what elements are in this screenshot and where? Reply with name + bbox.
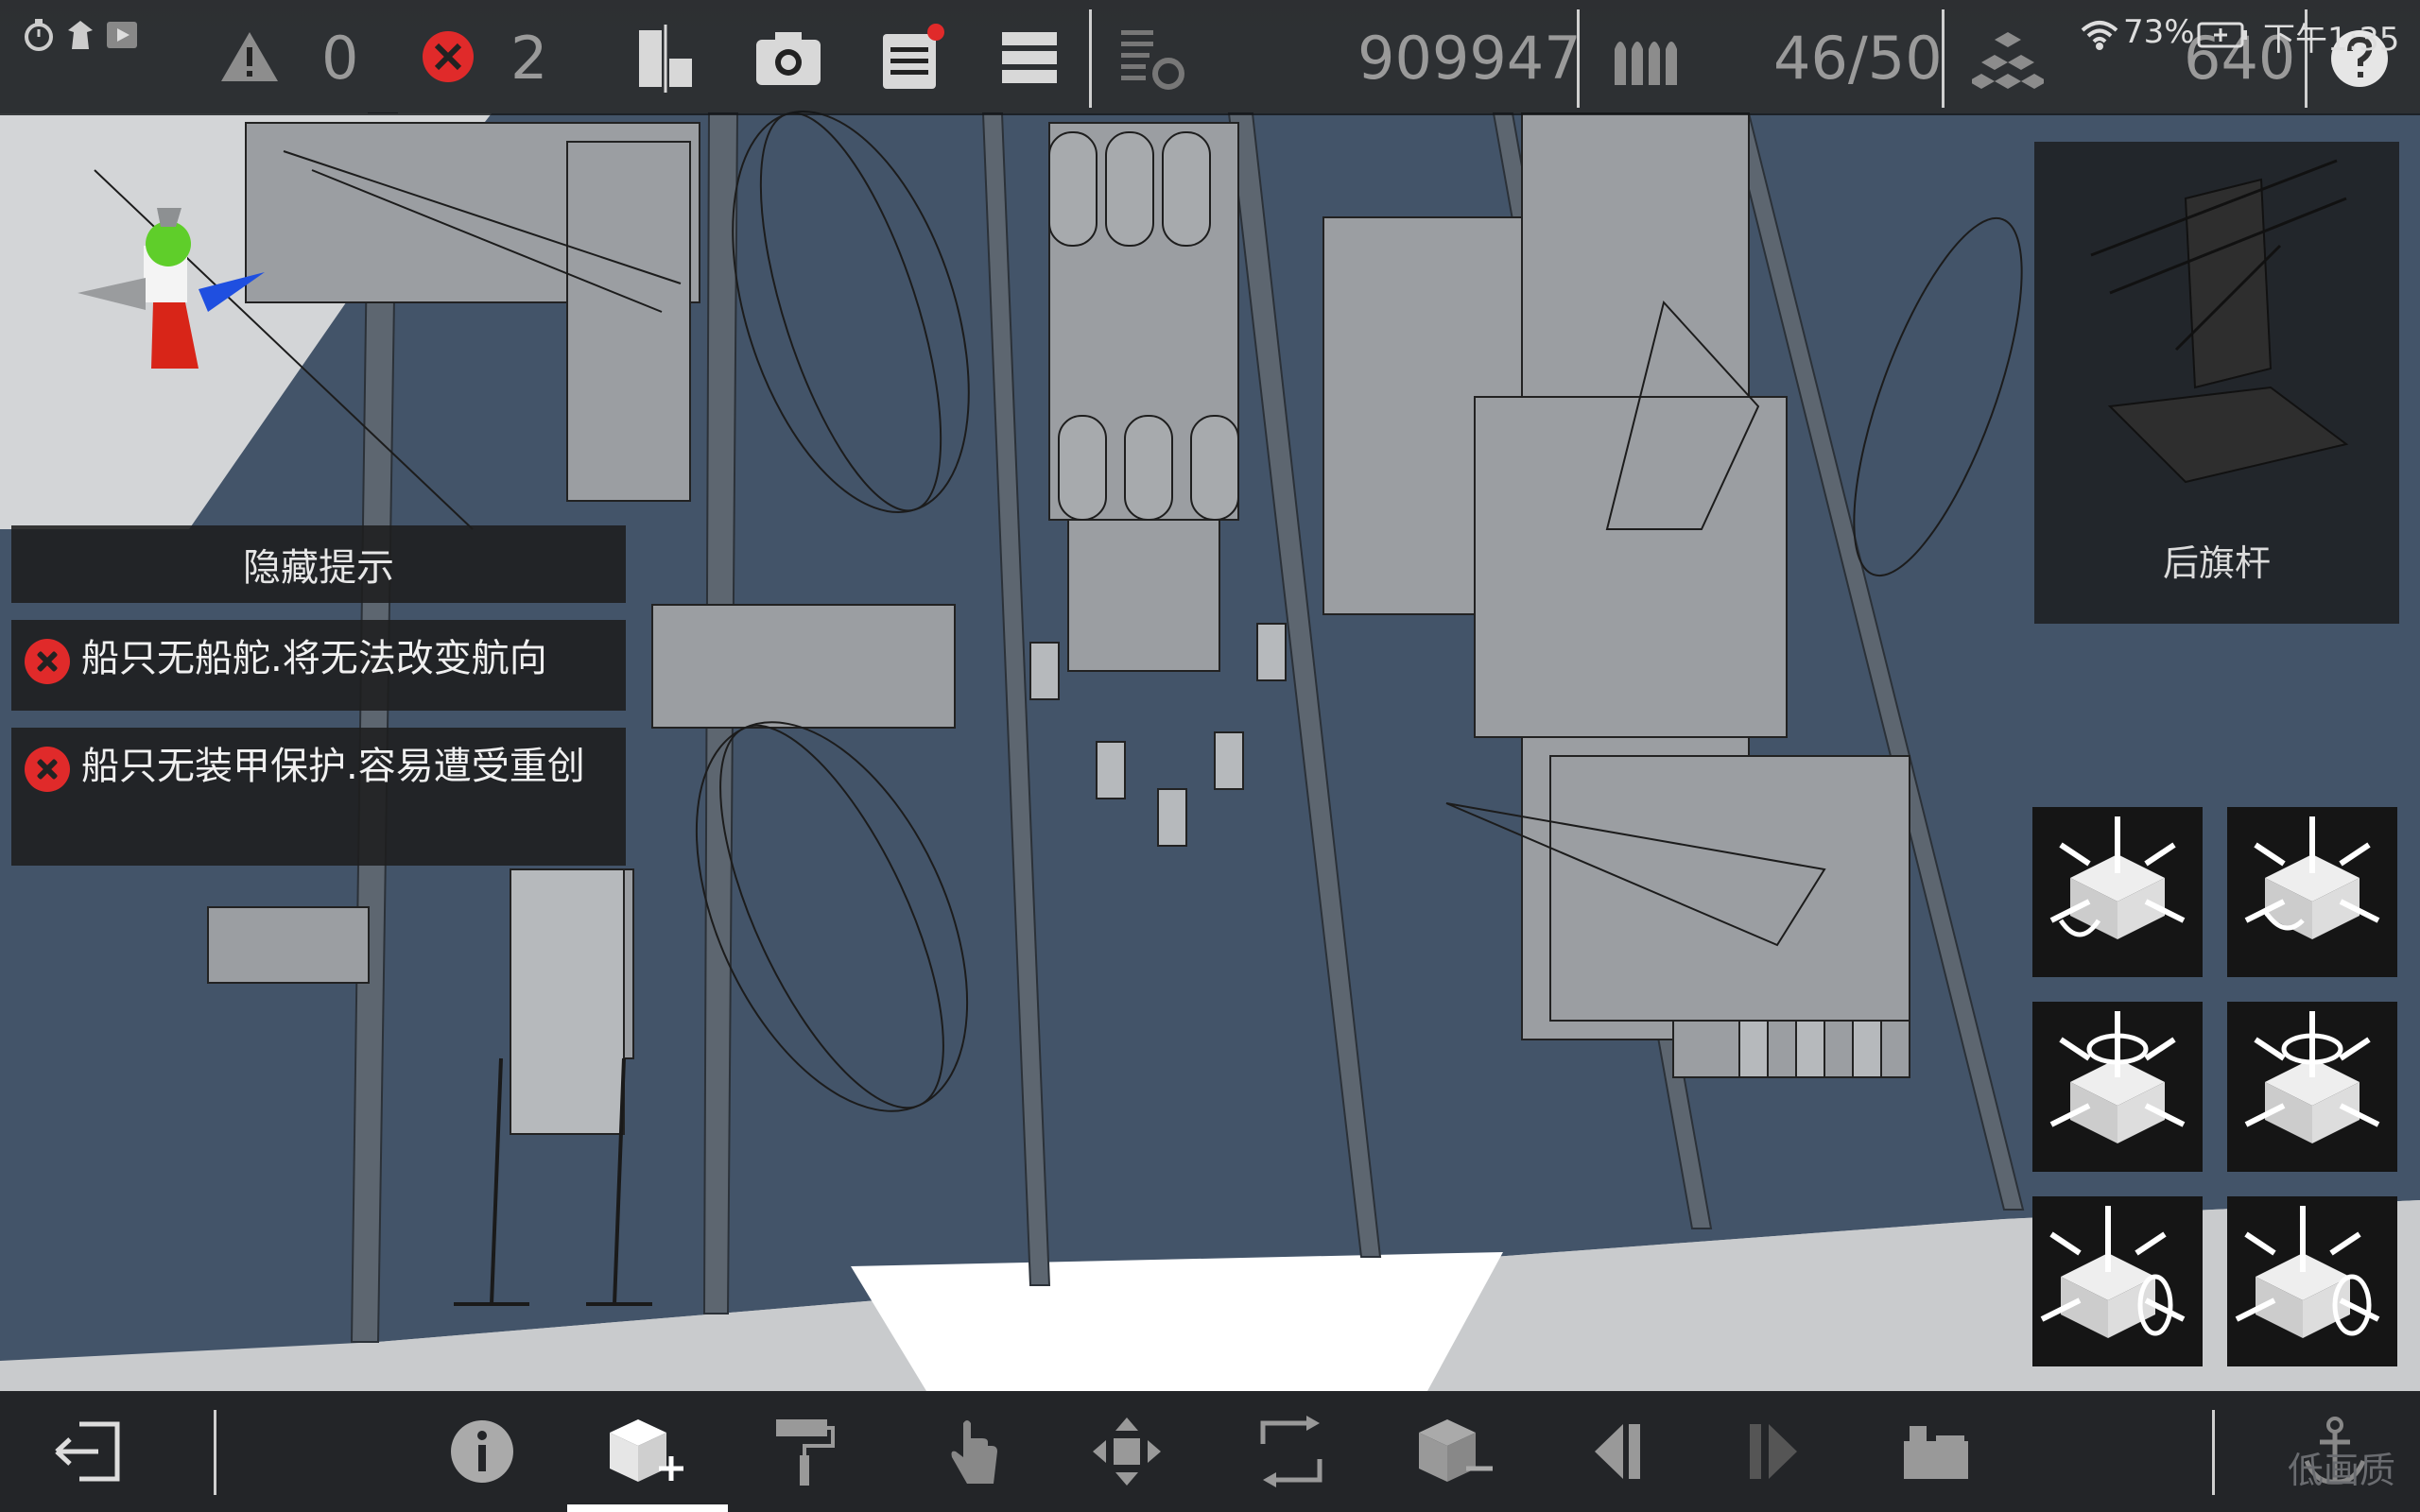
rotate-x-cw-icon [2244,816,2380,939]
move-arrows-icon [1093,1418,1161,1486]
top-toolbar: 0 2 909947 46/50 640 73% 下午1:35 [0,0,2420,115]
rotate-z-cw-icon [2235,1206,2380,1338]
total-value: 909947 [1357,24,1582,93]
ammo-count: 46/50 [1773,24,1943,93]
hide-hints-button[interactable]: 隐藏提示 [11,525,626,603]
info-icon [451,1420,513,1483]
warning-text: 船只无装甲保护.容易遭受重创 [81,745,585,788]
rotate-x-cw-button[interactable] [2227,807,2397,977]
exit-button[interactable] [13,1391,164,1512]
remove-part-icon [1419,1419,1493,1482]
camera-icon[interactable] [752,25,824,93]
toolbar-divider [214,1410,216,1495]
selected-part-preview[interactable]: 后旗杆 [2034,142,2399,624]
error-icon [25,747,70,792]
error-count: 2 [510,24,548,93]
undo-icon [1595,1424,1640,1479]
building-icon [1904,1426,1968,1479]
exit-icon [55,1421,120,1482]
selected-part-name: 后旗杆 [2162,542,2271,584]
timer-icon [25,19,53,51]
warning-item[interactable]: 船只无装甲保护.容易遭受重创 [11,728,626,866]
wifi-icon [2081,21,2118,50]
error-icon[interactable] [420,28,476,85]
blocks-icon[interactable] [1972,28,2044,94]
add-part-icon [610,1419,683,1482]
warning-icon[interactable] [219,28,280,85]
battery-percent: 73% [2123,13,2195,51]
video-icon [107,22,137,48]
hide-hints-label: 隐藏提示 [243,546,394,590]
rotate-x-ccw-button[interactable] [2032,807,2203,977]
axis-gizmo[interactable] [66,180,274,387]
redo-icon [1750,1424,1797,1479]
status-time: 下午1:35 [2263,21,2400,59]
error-icon [25,639,70,684]
low-quality-watermark: 低画质 [2288,1450,2396,1491]
hand-pointer-icon [951,1420,997,1484]
rotate-x-ccw-icon [2049,816,2186,939]
rotate-z-ccw-button[interactable] [2032,1196,2203,1366]
paint-roller-icon [776,1419,835,1486]
warning-count: 0 [321,24,359,93]
ammo-icon[interactable] [1607,28,1679,91]
info-button[interactable] [406,1391,558,1512]
rotate-button[interactable] [1216,1391,1367,1512]
rotate-y-cw-button[interactable] [2227,1002,2397,1172]
add-part-button[interactable] [567,1391,728,1512]
move-button[interactable] [1051,1391,1202,1512]
remove-part-button[interactable] [1376,1391,1528,1512]
toolbar-divider [1577,9,1580,108]
part-thumbnail [2090,159,2349,484]
fleet-button[interactable] [1860,1391,2012,1512]
rotate-z-cw-button[interactable] [2227,1196,2397,1366]
undo-button[interactable] [1543,1391,1694,1512]
active-tab-indicator [567,1504,728,1512]
rotate-y-ccw-button[interactable] [2032,1002,2203,1172]
toolbar-divider [1942,9,1945,108]
search-list-icon[interactable] [1115,25,1191,96]
warning-item[interactable]: 船只无船舵.将无法改变航向 [11,620,626,711]
select-button[interactable] [898,1391,1049,1512]
rotate-y-cw-icon [2244,1011,2380,1143]
layers-icon[interactable] [994,26,1066,91]
redo-button[interactable] [1698,1391,1849,1512]
rotate-y-ccw-icon [2049,1011,2186,1143]
paint-button[interactable] [728,1391,879,1512]
toolbar-divider [2212,1410,2215,1495]
app-icon [68,21,93,49]
rotate-frame-icon [1260,1416,1322,1487]
battery-charging-icon [2197,22,2247,48]
warning-text: 船只无船舵.将无法改变航向 [81,637,547,680]
toolbar-divider [1089,9,1092,108]
notes-icon[interactable] [877,19,949,94]
mirror-icon[interactable] [631,23,703,94]
bottom-toolbar [0,1391,2420,1512]
rotate-z-ccw-icon [2040,1206,2186,1338]
